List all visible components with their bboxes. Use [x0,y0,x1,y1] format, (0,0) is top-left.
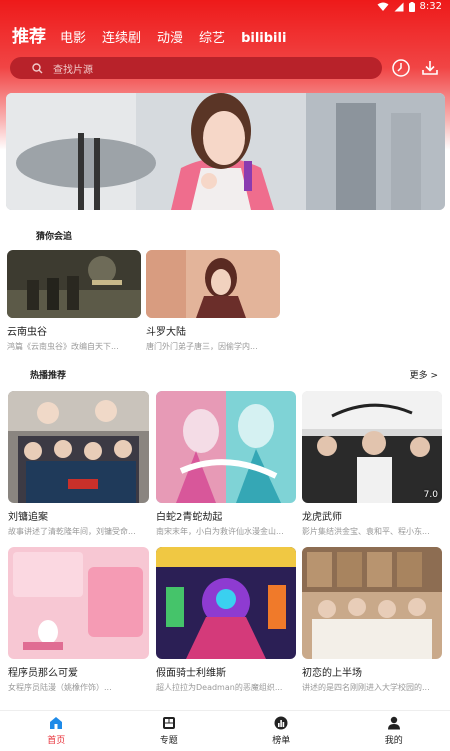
category-nav: 推荐 电影 连续剧 动漫 综艺 bilibili [0,20,450,48]
guess-card[interactable]: 云南虫谷 鸿篇《云南虫谷》改编自天下... [7,250,141,352]
status-icons: 8:32 [377,1,442,12]
hero-banner[interactable] [6,93,445,210]
card-description: 女程序员陆漫（姚橡作饰）... [8,682,149,693]
home-icon [49,716,63,730]
card-title: 假面骑士利维斯 [156,664,296,679]
card-title: 斗罗大陆 [146,323,280,338]
more-link[interactable]: 更多 > [410,368,438,381]
chart-icon [274,716,288,730]
poster-thumbnail: 7.0 [302,391,442,503]
search-bar[interactable]: 查找片源 [10,57,382,79]
card-description: 超人拉拉为Deadman的恶魔组织... [156,682,296,693]
poster-thumbnail [8,391,149,503]
rating-badge: 7.0 [424,490,438,500]
hot-card[interactable]: 7.0 龙虎武师 影片集结洪金宝、袁和平、程小东... [302,391,442,537]
poster-thumbnail [156,391,296,503]
tab-movie[interactable]: 电影 [60,30,86,48]
card-title: 云南虫谷 [7,323,141,338]
search-icon [32,63,43,74]
bottom-nav-label: 首页 [47,733,65,746]
user-icon [387,716,401,730]
card-title: 白蛇2青蛇劫起 [156,508,296,523]
poster-thumbnail [7,250,141,318]
card-title: 初恋的上半场 [302,664,442,679]
bottom-nav-label: 榜单 [272,733,290,746]
bottom-nav-label: 专题 [160,733,178,746]
hot-card[interactable]: 假面骑士利维斯 超人拉拉为Deadman的恶魔组织... [156,547,296,693]
download-button[interactable] [420,58,440,78]
download-icon [420,58,440,78]
guess-card[interactable]: 斗罗大陆 唐门外门弟子唐三，因偷学内... [146,250,280,352]
poster-thumbnail [146,250,280,318]
poster-thumbnail [8,547,149,659]
card-title: 龙虎武师 [302,508,442,523]
hot-card[interactable]: 初恋的上半场 讲述的是四名刚刚进入大学校园的... [302,547,442,693]
card-title: 刘镛追案 [8,508,149,523]
tab-variety[interactable]: 综艺 [199,30,225,48]
tab-series[interactable]: 连续剧 [102,30,141,48]
card-description: 影片集结洪金宝、袁和平、程小东... [302,526,442,537]
status-time: 8:32 [420,1,442,12]
tab-anime[interactable]: 动漫 [157,30,183,48]
banner-image [6,93,445,210]
card-description: 唐门外门弟子唐三，因偷学内... [146,341,280,352]
bottom-nav-rank[interactable]: 榜单 [225,711,338,751]
poster-thumbnail [302,547,442,659]
bottom-nav-mine[interactable]: 我的 [338,711,450,751]
bottom-navigation: 首页 专题 榜单 我的 [0,710,450,751]
battery-icon [409,2,415,12]
history-button[interactable] [391,58,411,78]
card-description: 鸿篇《云南虫谷》改编自天下... [7,341,141,352]
card-description: 南宋末年，小白为救许仙水漫金山... [156,526,296,537]
card-description: 故事讲述了清乾隆年间，刘镛受命... [8,526,149,537]
section-title-hot: 热播推荐 [30,368,66,381]
hot-card[interactable]: 程序员那么可爱 女程序员陆漫（姚橡作饰）... [8,547,149,693]
hot-card[interactable]: 刘镛追案 故事讲述了清乾隆年间，刘镛受命... [8,391,149,537]
wifi-icon [377,2,389,12]
card-description: 讲述的是四名刚刚进入大学校园的... [302,682,442,693]
bottom-nav-home[interactable]: 首页 [0,711,113,751]
signal-icon [394,2,404,12]
bottom-nav-topic[interactable]: 专题 [113,711,226,751]
poster-thumbnail [156,547,296,659]
section-title-guess: 猜你会追 [36,229,72,242]
search-placeholder: 查找片源 [53,61,93,76]
status-bar: 8:32 [0,0,450,16]
bottom-nav-label: 我的 [385,733,403,746]
grid-icon [162,716,176,730]
tab-bilibili[interactable]: bilibili [241,30,286,48]
hot-card[interactable]: 白蛇2青蛇劫起 南宋末年，小白为救许仙水漫金山... [156,391,296,537]
tab-recommend[interactable]: 推荐 [12,26,46,48]
clock-icon [391,58,411,78]
card-title: 程序员那么可爱 [8,664,149,679]
